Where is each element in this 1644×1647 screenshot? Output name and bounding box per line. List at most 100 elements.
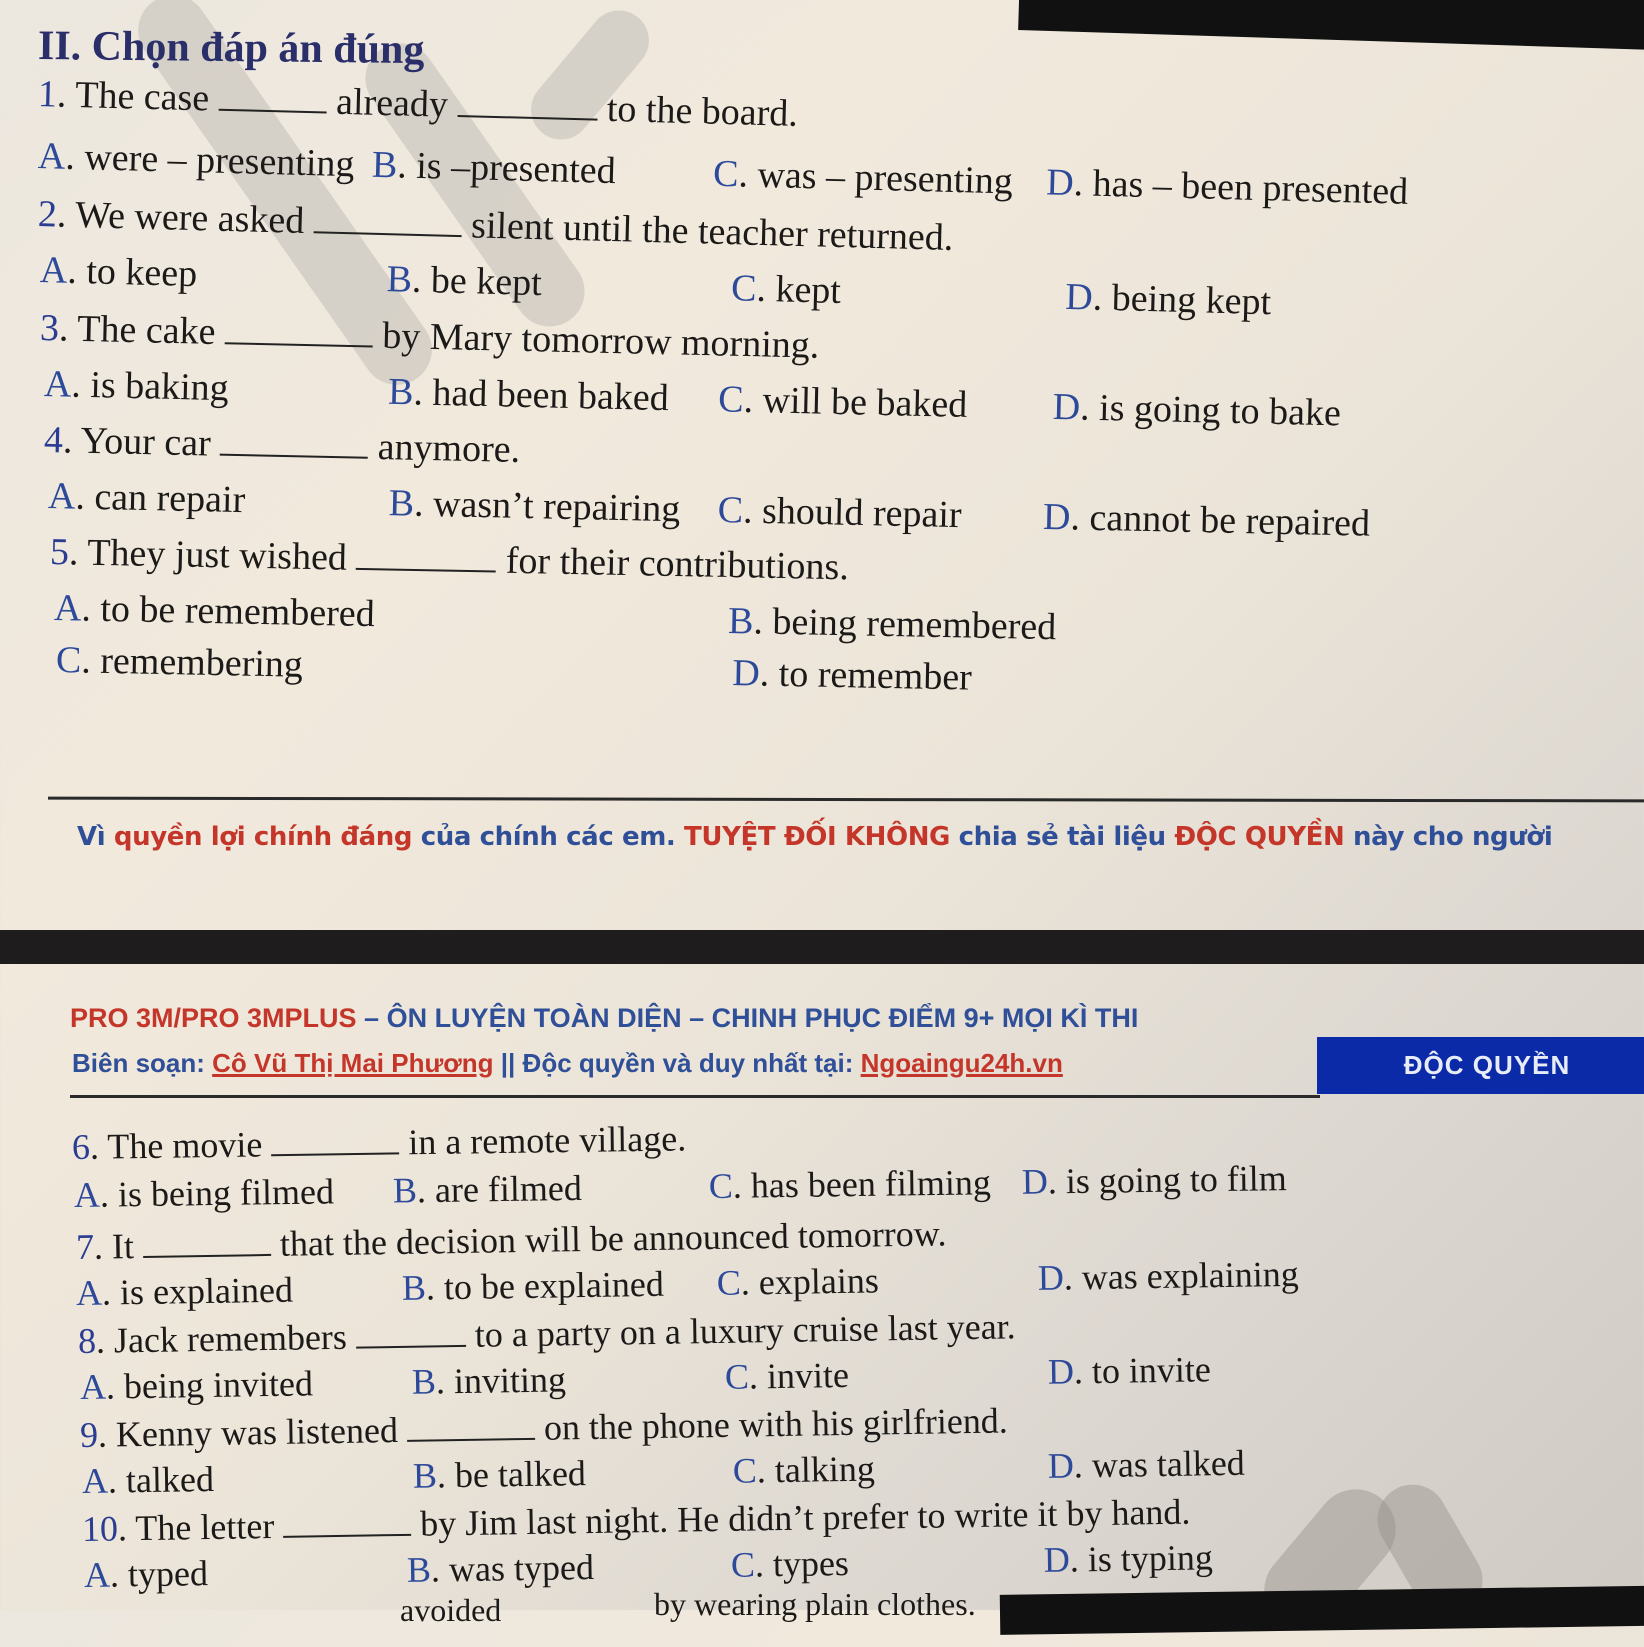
course-name: PRO 3M/PRO 3MPLUS xyxy=(70,1003,357,1033)
option-c[interactable]: C. remembering xyxy=(56,639,304,686)
question-4: 4. Your car anymore. xyxy=(43,419,521,471)
option-c[interactable]: C. will be baked xyxy=(718,378,968,426)
option-c[interactable]: C. was – presenting xyxy=(713,153,1014,203)
question-6: 6. The movie in a remote village. xyxy=(71,1118,687,1167)
option-d[interactable]: D. is going to film xyxy=(1022,1158,1288,1202)
option-b[interactable]: B. be kept xyxy=(386,258,542,304)
question-text: in a remote village. xyxy=(408,1118,687,1163)
option-d[interactable]: D. is typing xyxy=(1044,1537,1214,1580)
page-break-band xyxy=(0,930,1644,964)
option-b[interactable]: B. are filmed xyxy=(393,1168,582,1211)
author-name-link[interactable]: Cô Vũ Thị Mai Phương xyxy=(212,1048,493,1078)
answer-blank[interactable] xyxy=(219,423,369,459)
option-c[interactable]: C. invite xyxy=(725,1355,850,1397)
question-text: anymore. xyxy=(377,425,521,471)
option-d[interactable]: D. to remember xyxy=(732,652,972,699)
author-label: Biên soạn: xyxy=(72,1048,213,1078)
cutoff-text-left: avoided xyxy=(400,1592,502,1628)
question-number: 9 xyxy=(79,1414,99,1455)
option-a[interactable]: A. typed xyxy=(84,1553,209,1595)
notice-segment: quyền lợi chính đáng xyxy=(113,822,421,852)
options-5-row2: C. remembering D. to remember xyxy=(56,638,973,700)
option-b[interactable]: B. being remembered xyxy=(728,600,1057,648)
question-text: They just wished xyxy=(86,531,348,579)
question-3: 3. The cake by Mary tomorrow morning. xyxy=(39,307,820,367)
option-d[interactable]: D. was talked xyxy=(1048,1443,1246,1486)
option-b[interactable]: B. is –presented xyxy=(371,144,616,192)
course-tagline: – ÔN LUYỆN TOÀN DIỆN – CHINH PHỤC ĐIỂM 9… xyxy=(356,1003,1139,1033)
option-b[interactable]: B. had been baked xyxy=(388,371,670,419)
option-d[interactable]: D. to invite xyxy=(1048,1349,1212,1392)
notice-segment: này cho người xyxy=(1353,822,1553,852)
option-a[interactable]: A. to keep xyxy=(39,249,197,295)
question-text: We were asked xyxy=(74,193,305,242)
option-a[interactable]: A. is baking xyxy=(44,363,230,409)
question-text: to the board. xyxy=(606,87,799,135)
answer-blank[interactable] xyxy=(218,78,328,114)
option-b[interactable]: B. be talked xyxy=(413,1453,587,1496)
question-text: on the phone with his girlfriend. xyxy=(543,1400,1009,1448)
question-text: Kenny was listened xyxy=(115,1410,399,1455)
option-d[interactable]: D. being kept xyxy=(1065,276,1272,323)
question-number: 7 xyxy=(75,1226,95,1267)
option-a[interactable]: A. being invited xyxy=(80,1363,314,1407)
option-d[interactable]: D. was explaining xyxy=(1037,1254,1299,1298)
option-c[interactable]: C. has been filming xyxy=(709,1162,991,1206)
author-line: Biên soạn: Cô Vũ Thị Mai Phương || Độc q… xyxy=(72,1048,1063,1079)
option-c[interactable]: C. kept xyxy=(731,267,842,312)
answer-blank[interactable] xyxy=(224,312,374,348)
notice-segment: của chính các em. xyxy=(420,822,685,852)
option-c[interactable]: C. explains xyxy=(716,1260,879,1303)
option-a[interactable]: A. can repair xyxy=(48,475,246,521)
options-6: A. is being filmed B. are filmed C. has … xyxy=(74,1157,1287,1216)
question-number: 1 xyxy=(37,73,58,116)
answer-blank[interactable] xyxy=(356,537,497,573)
cutoff-text-right: by wearing plain clothes. xyxy=(654,1586,976,1622)
question-text: The letter xyxy=(135,1505,275,1549)
answer-blank[interactable] xyxy=(355,1314,467,1349)
answer-blank[interactable] xyxy=(457,84,598,121)
option-c[interactable]: C. types xyxy=(731,1543,850,1585)
question-number: 2 xyxy=(37,193,58,236)
option-d[interactable]: D. is going to bake xyxy=(1052,386,1341,435)
question-number: 10 xyxy=(81,1508,119,1549)
option-a[interactable]: A. were – presenting xyxy=(37,135,355,185)
notice-segment: chia sẻ tài liệu xyxy=(958,822,1175,852)
option-c[interactable]: C. talking xyxy=(733,1449,876,1491)
question-number: 8 xyxy=(77,1320,97,1361)
option-d[interactable]: D. cannot be repaired xyxy=(1043,496,1371,545)
question-text: Jack remembers xyxy=(113,1316,348,1361)
answer-blank[interactable] xyxy=(313,201,463,238)
option-b[interactable]: B. to be explained xyxy=(402,1264,665,1308)
option-c[interactable]: C. should repair xyxy=(717,489,962,536)
question-text: The movie xyxy=(107,1124,263,1167)
option-a[interactable]: A. is explained xyxy=(76,1270,294,1313)
question-text: The cake xyxy=(76,307,216,353)
question-text: to a party on a luxury cruise last year. xyxy=(474,1306,1016,1355)
answer-blank[interactable] xyxy=(142,1223,272,1258)
option-a[interactable]: A. is being filmed xyxy=(74,1171,335,1215)
question-number: 5 xyxy=(49,531,70,574)
question-number: 3 xyxy=(39,307,60,350)
option-a[interactable]: A. talked xyxy=(82,1459,215,1501)
option-b[interactable]: B. inviting xyxy=(412,1359,567,1401)
notice-segment: ĐỘC QUYỀN xyxy=(1174,822,1354,852)
question-text: that the decision will be announced tomo… xyxy=(279,1213,947,1264)
option-b[interactable]: B. wasn’t repairing xyxy=(388,482,680,530)
course-header: PRO 3M/PRO 3MPLUS – ÔN LUYỆN TOÀN DIỆN –… xyxy=(70,1003,1138,1034)
option-b[interactable]: B. was typed xyxy=(407,1547,595,1590)
question-text: The case xyxy=(74,73,210,120)
divider xyxy=(47,796,1644,803)
answer-blank[interactable] xyxy=(271,1122,400,1157)
notice-segment: Vì xyxy=(77,822,114,852)
option-d[interactable]: D. has – been presented xyxy=(1046,161,1409,212)
answer-blank[interactable] xyxy=(406,1407,536,1442)
site-link[interactable]: Ngoaingu24h.vn xyxy=(861,1048,1063,1078)
option-a[interactable]: A. to be remembered xyxy=(54,587,376,635)
notice-segment: TUYỆT ĐỐI KHÔNG xyxy=(684,822,959,852)
question-5: 5. They just wished for their contributi… xyxy=(49,531,850,589)
question-number: 4 xyxy=(43,419,64,462)
question-text: by Mary tomorrow morning. xyxy=(381,314,820,367)
answer-blank[interactable] xyxy=(282,1503,412,1538)
section-title: II. Chọn đáp án đúng xyxy=(37,23,425,74)
